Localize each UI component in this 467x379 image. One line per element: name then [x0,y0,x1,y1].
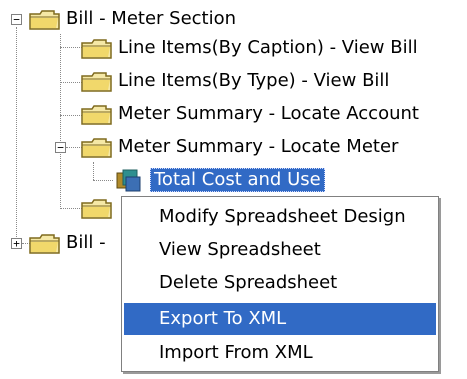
tree-line [16,27,17,243]
folder-icon [81,105,112,125]
tree-line [60,34,61,209]
folder-icon [81,39,112,59]
menu-item-modify-spreadsheet-design[interactable]: Modify Spreadsheet Design [124,201,436,233]
expand-toggle-bill[interactable]: + [11,238,22,249]
tree-line [60,115,82,116]
folder-icon [81,199,112,219]
tree-node-line-items-by-type[interactable]: Line Items(By Type) - View Bill [118,69,389,93]
menu-item-view-spreadsheet[interactable]: View Spreadsheet [124,234,436,266]
menu-item-delete-spreadsheet[interactable]: Delete Spreadsheet [124,267,436,299]
tree-line [93,162,94,180]
menu-item-import-from-xml[interactable]: Import From XML [124,337,436,369]
folder-icon [81,72,112,92]
context-menu: Modify Spreadsheet Design View Spreadshe… [121,196,439,372]
collapse-toggle-bill-meter-section[interactable]: − [11,14,22,25]
tree-line [93,180,113,181]
folder-icon [29,234,60,254]
folder-icon [81,138,112,158]
tree-node-total-cost-and-use[interactable]: Total Cost and Use [150,168,325,192]
tree-line [60,208,82,209]
tree-node-meter-summary-locate-meter[interactable]: Meter Summary - Locate Meter [118,135,398,159]
menu-item-export-to-xml[interactable]: Export To XML [124,303,436,335]
tree-node-meter-summary-locate-account[interactable]: Meter Summary - Locate Account [118,102,419,126]
spreadsheet-icon [116,169,141,192]
tree-line [60,47,82,48]
tree-node-bill-meter-section[interactable]: Bill - Meter Section [66,7,236,31]
folder-icon [29,10,60,30]
tree-line [60,82,82,83]
tree-node-bill[interactable]: Bill - [66,231,106,255]
tree-node-line-items-by-caption[interactable]: Line Items(By Caption) - View Bill [118,36,418,60]
collapse-toggle-meter-summary-locate-meter[interactable]: − [55,142,66,153]
